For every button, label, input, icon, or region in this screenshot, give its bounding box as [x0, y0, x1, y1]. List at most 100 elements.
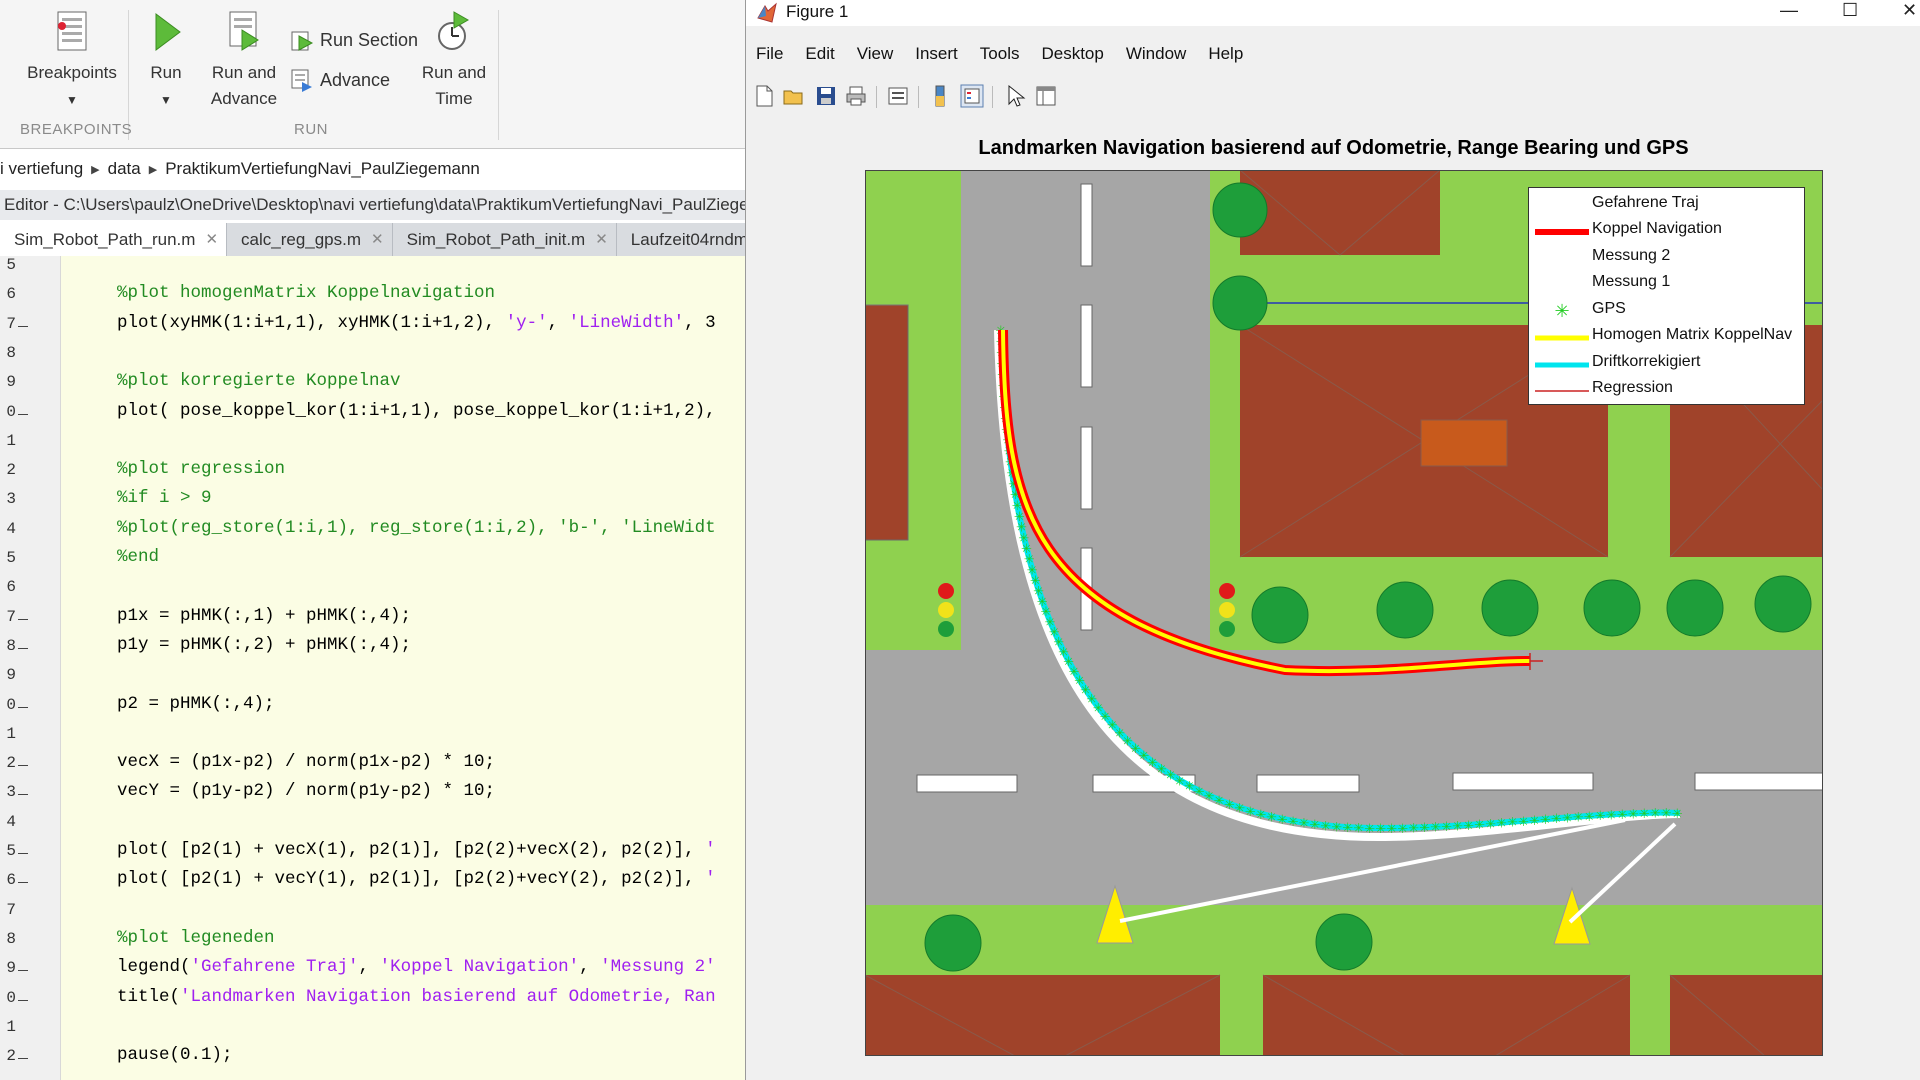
gps-marker: ✳	[1342, 821, 1353, 836]
executable-line-marker[interactable]	[18, 853, 28, 854]
executable-line-marker[interactable]	[18, 325, 28, 327]
breadcrumb-item[interactable]: PraktikumVertiefungNavi_PaulZiegemann	[165, 159, 480, 179]
code-line: vecY = (p1y-p2) / norm(p1y-p2) * 10;	[117, 781, 495, 801]
gps-marker: ✳	[1463, 819, 1474, 834]
gps-marker: ✳	[1430, 821, 1441, 836]
close-icon[interactable]: ✕	[371, 223, 384, 256]
tab-sim-robot-path-init[interactable]: Sim_Robot_Path_init.m ✕	[393, 223, 617, 256]
plot-legend[interactable]: Gefahrene Traj Koppel Navigation Messung…	[1528, 187, 1805, 405]
link-plot-icon[interactable]	[886, 84, 910, 108]
executable-line-marker[interactable]	[18, 618, 28, 620]
tab-calc-reg-gps[interactable]: calc_reg_gps.m ✕	[227, 223, 393, 256]
breakpoints-label: Breakpoints	[27, 63, 117, 82]
menu-tools[interactable]: Tools	[980, 44, 1020, 68]
legend-entry: Driftkorrekigiert	[1529, 351, 1806, 377]
open-file-icon[interactable]	[782, 84, 806, 108]
menu-desktop[interactable]: Desktop	[1041, 44, 1103, 68]
gps-marker: ✳	[1234, 801, 1245, 816]
code-token: %plot homogenMatrix Koppelnavigation	[117, 283, 496, 304]
run-and-advance-button[interactable]: Run and Advance	[208, 10, 280, 112]
legend-label: Homogen Matrix KoppelNav	[1592, 326, 1793, 343]
code-line: %plot regression	[117, 459, 285, 479]
executable-line-marker[interactable]	[18, 882, 28, 884]
close-icon[interactable]: ✕	[1902, 0, 1917, 21]
run-section-button[interactable]: Run Section	[290, 28, 418, 52]
gps-marker: ✳	[1256, 808, 1267, 823]
executable-line-marker[interactable]	[18, 1058, 28, 1060]
toolbar-divider	[992, 86, 993, 108]
code-token: %plot legeneden	[117, 927, 275, 948]
figure-menubar: File Edit View Insert Tools Desktop Wind…	[746, 44, 1255, 68]
gps-marker: ✳	[1364, 822, 1375, 837]
menu-edit[interactable]: Edit	[805, 44, 834, 68]
code-line: plot(xyHMK(1:i+1,1), xyHMK(1:i+1,2), 'y-…	[117, 313, 716, 333]
code-token: ,	[547, 312, 569, 333]
breakpoints-button[interactable]: Breakpoints ▼	[24, 10, 120, 113]
menu-insert[interactable]: Insert	[915, 44, 958, 68]
menu-help[interactable]: Help	[1208, 44, 1243, 68]
advance-button[interactable]: Advance	[290, 68, 390, 92]
executable-line-marker[interactable]	[18, 765, 28, 767]
legend-entry: Gefahrene Traj	[1529, 192, 1806, 218]
close-icon[interactable]: ✕	[595, 223, 608, 256]
executable-line-marker[interactable]	[18, 413, 28, 415]
run-and-time-button[interactable]: Run and Time	[418, 10, 490, 112]
line-number: 6	[6, 871, 16, 890]
menu-window[interactable]: Window	[1126, 44, 1186, 68]
legend-label: Messung 1	[1592, 273, 1671, 290]
menu-view[interactable]: View	[857, 44, 894, 68]
line-number: 2	[6, 461, 16, 480]
executable-line-marker[interactable]	[18, 970, 28, 972]
gps-marker: ✳	[1518, 815, 1529, 830]
breadcrumb-item[interactable]: i vertiefung	[0, 159, 83, 179]
code-token: ,	[579, 957, 601, 978]
gps-marker: ✳	[1672, 807, 1683, 822]
code-token: %plot regression	[117, 459, 286, 480]
breadcrumb-item[interactable]: data	[108, 159, 141, 179]
executable-line-marker[interactable]	[18, 647, 28, 649]
close-icon[interactable]: ✕	[205, 223, 218, 256]
line-number: 1	[6, 431, 16, 450]
tab-laufzeit04rndm[interactable]: Laufzeit04rndm	[617, 223, 745, 256]
line-number: 3	[6, 783, 16, 802]
run-button[interactable]: Run ▼	[144, 10, 188, 113]
run-and-advance-label-1: Run and	[211, 63, 277, 82]
minimize-icon[interactable]: —	[1780, 0, 1798, 21]
line-number: 5	[6, 842, 16, 860]
line-number: 9	[6, 373, 16, 392]
gps-marker: ✳	[1639, 807, 1650, 822]
gps-marker: ✳	[1309, 818, 1320, 833]
legend-line-homogen-matrix	[1535, 335, 1589, 341]
tab-sim-robot-path-run[interactable]: Sim_Robot_Path_run.m ✕	[0, 223, 228, 256]
menu-file[interactable]: File	[756, 44, 783, 68]
colorbar-icon[interactable]	[928, 84, 952, 108]
editor-tabs: Sim_Robot_Path_run.m ✕ calc_reg_gps.m ✕ …	[0, 223, 745, 256]
gps-marker: ✳	[1606, 808, 1617, 823]
executable-line-marker[interactable]	[18, 999, 28, 1001]
building-roof	[865, 304, 909, 541]
maximize-icon[interactable]: ☐	[1842, 0, 1858, 21]
line-number: 9	[6, 959, 16, 978]
code-editor[interactable]: 5 6 7 8 9 0 1 2 3 4 5 6 7 8 9 0 1 2 3 4 5 6 7 8 9 0 1 2 %plot homog…	[0, 256, 745, 1080]
code-token: 'Koppel Navigation'	[379, 957, 580, 978]
line-number: 8	[6, 929, 16, 948]
property-editor-icon[interactable]	[1034, 84, 1058, 108]
print-icon[interactable]	[844, 84, 868, 108]
pointer-icon[interactable]	[1002, 84, 1026, 108]
run-section-icon	[291, 31, 314, 51]
gps-marker: ✳	[1386, 822, 1397, 837]
gps-marker: ✳	[1474, 818, 1485, 833]
legend-line-koppel-navigation	[1535, 229, 1589, 235]
code-token: plot(xyHMK(1:i+1,1), xyHMK(1:i+1,2),	[117, 312, 506, 333]
save-icon[interactable]	[814, 84, 838, 108]
gps-marker: ✳	[1266, 810, 1277, 825]
code-token: plot( [p2(1) + vecX(1), p2(1)], [p2(2)+v…	[117, 840, 706, 860]
run-and-advance-icon	[229, 11, 259, 51]
executable-line-marker[interactable]	[18, 794, 28, 796]
new-figure-icon[interactable]	[752, 84, 776, 108]
legend-icon[interactable]	[960, 84, 984, 108]
executable-line-marker[interactable]	[18, 706, 28, 708]
code-token: 'Gefahrene Traj'	[190, 957, 359, 978]
figure-title: Figure 1	[786, 2, 849, 21]
code-line: pause(0.1);	[117, 1045, 233, 1065]
